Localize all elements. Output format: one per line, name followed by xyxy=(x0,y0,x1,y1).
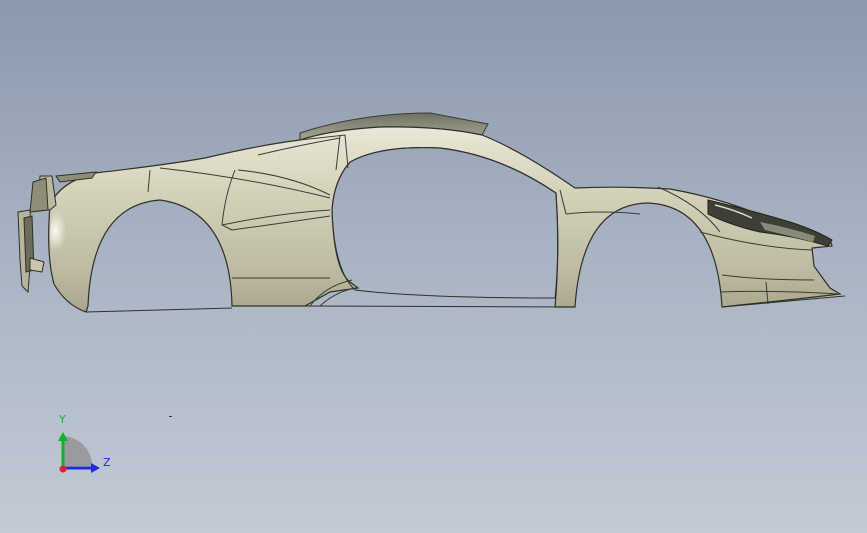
x-axis-dot-icon xyxy=(59,465,67,473)
sketch-point xyxy=(169,416,172,417)
cad-viewport[interactable]: Y Z xyxy=(0,0,867,533)
y-axis-label: Y xyxy=(59,413,66,426)
z-axis-label: Z xyxy=(103,456,111,469)
rear-highlight xyxy=(50,195,94,275)
z-axis-arrow-icon xyxy=(91,463,100,473)
car-body-model[interactable] xyxy=(0,0,867,533)
